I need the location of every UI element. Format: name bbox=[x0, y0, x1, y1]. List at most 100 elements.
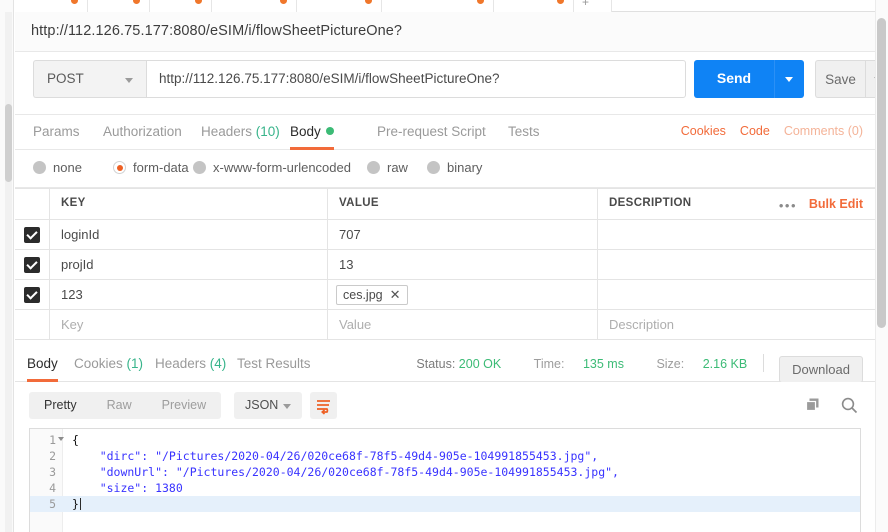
link-comments[interactable]: Comments (0) bbox=[784, 124, 863, 138]
row-checkbox-cell[interactable] bbox=[15, 250, 50, 279]
request-tab-5[interactable] bbox=[297, 0, 382, 12]
tab-headers[interactable]: Headers (10) bbox=[201, 115, 280, 150]
request-tab-6[interactable] bbox=[382, 0, 494, 12]
download-button[interactable]: Download bbox=[779, 356, 863, 383]
request-tab-3[interactable] bbox=[150, 0, 212, 12]
content-type-select[interactable]: JSON bbox=[234, 392, 302, 419]
tab-tests[interactable]: Tests bbox=[508, 115, 540, 150]
response-tab-body[interactable]: Body bbox=[27, 346, 58, 382]
row-checkbox[interactable] bbox=[24, 227, 40, 243]
format-tab-preview[interactable]: Preview bbox=[147, 392, 221, 419]
radio-label: form-data bbox=[133, 160, 189, 175]
table-row[interactable]: 123 ces.jpg ✕ bbox=[15, 280, 875, 310]
bulk-edit-button[interactable]: Bulk Edit bbox=[809, 197, 863, 211]
code-line: 1{ bbox=[30, 432, 860, 448]
tab-authorization[interactable]: Authorization bbox=[103, 115, 182, 150]
value-cell[interactable]: 13 bbox=[328, 250, 598, 279]
fold-arrow-icon[interactable] bbox=[58, 437, 64, 441]
unsaved-dot-icon bbox=[365, 0, 372, 4]
key-cell[interactable]: loginId bbox=[50, 220, 328, 249]
response-tab-headers[interactable]: Headers (4) bbox=[155, 346, 226, 382]
chevron-down-icon bbox=[283, 404, 291, 409]
tab-pre-request-script[interactable]: Pre-request Script bbox=[377, 115, 486, 150]
file-chip[interactable]: ces.jpg ✕ bbox=[336, 285, 408, 305]
tab-body[interactable]: Body bbox=[290, 115, 334, 150]
url-value: http://112.126.75.177:8080/eSIM/i/flowSh… bbox=[159, 71, 500, 86]
link-cookies[interactable]: Cookies bbox=[681, 124, 726, 138]
page-scrollbar[interactable] bbox=[875, 0, 888, 532]
key-header-label: KEY bbox=[61, 197, 86, 209]
link-code[interactable]: Code bbox=[740, 124, 770, 138]
value-cell[interactable]: Value bbox=[328, 310, 598, 339]
description-cell[interactable]: Description bbox=[598, 310, 875, 339]
form-data-table: KEY VALUE DESCRIPTION ••• Bulk Edit logi… bbox=[15, 188, 875, 340]
row-checkbox[interactable] bbox=[24, 257, 40, 273]
description-cell[interactable] bbox=[598, 250, 875, 279]
file-name: ces.jpg bbox=[343, 288, 383, 302]
save-button[interactable]: Save bbox=[815, 60, 865, 98]
content-type-label: JSON bbox=[245, 398, 279, 412]
method-select[interactable]: POST bbox=[33, 60, 146, 98]
table-row[interactable]: projId 13 bbox=[15, 250, 875, 280]
key-cell[interactable]: projId bbox=[50, 250, 328, 279]
table-body: loginId 707 projId 13 123 ces.jpg ✕ Key Value Des… bbox=[15, 220, 875, 340]
row-checkbox-cell[interactable] bbox=[15, 280, 50, 309]
unsaved-dot-icon bbox=[477, 0, 484, 4]
radio-none[interactable]: none bbox=[33, 160, 82, 175]
response-tab-count: (4) bbox=[206, 356, 227, 371]
key-header-cell: KEY bbox=[50, 189, 328, 219]
response-body-editor[interactable]: 1{2 "dirc": "/Pictures/2020-04/26/020ce6… bbox=[29, 428, 861, 532]
unsaved-dot-icon bbox=[133, 0, 140, 4]
row-checkbox-cell[interactable] bbox=[15, 220, 50, 249]
value-cell[interactable]: 707 bbox=[328, 220, 598, 249]
size-label: Size: bbox=[656, 357, 685, 371]
code-text: { bbox=[72, 433, 79, 447]
key-cell[interactable]: 123 bbox=[50, 280, 328, 309]
request-bar: POST http://112.126.75.177:8080/eSIM/i/f… bbox=[15, 53, 888, 115]
send-button[interactable]: Send bbox=[694, 60, 774, 98]
format-tab-raw[interactable]: Raw bbox=[92, 392, 147, 419]
description-header-cell: DESCRIPTION ••• Bulk Edit bbox=[598, 189, 875, 219]
description-cell[interactable] bbox=[598, 280, 875, 309]
format-tab-pretty[interactable]: Pretty bbox=[29, 392, 92, 419]
send-options-button[interactable] bbox=[774, 60, 804, 98]
request-tab-7[interactable] bbox=[494, 0, 574, 12]
radio-raw[interactable]: raw bbox=[367, 160, 408, 175]
page-scrollbar-thumb[interactable] bbox=[877, 18, 886, 328]
select-all-cell bbox=[15, 189, 50, 219]
wrap-lines-button[interactable] bbox=[310, 392, 337, 419]
radio-binary[interactable]: binary bbox=[427, 160, 482, 175]
response-tab-cookies[interactable]: Cookies (1) bbox=[74, 346, 143, 382]
request-tab-8[interactable]: + bbox=[574, 0, 612, 12]
tab-label: Params bbox=[33, 124, 80, 139]
response-tab-test-results[interactable]: Test Results bbox=[237, 346, 311, 382]
code-text: } bbox=[72, 497, 79, 511]
search-button[interactable] bbox=[840, 396, 859, 420]
main-content: + http://112.126.75.177:8080/eSIM/i/flow… bbox=[15, 0, 888, 532]
tab-params[interactable]: Params bbox=[33, 115, 80, 150]
key-cell[interactable]: Key bbox=[50, 310, 328, 339]
radio-form-data[interactable]: form-data bbox=[113, 160, 189, 175]
more-options-icon[interactable]: ••• bbox=[779, 198, 797, 213]
url-input[interactable]: http://112.126.75.177:8080/eSIM/i/flowSh… bbox=[146, 60, 686, 98]
send-label: Send bbox=[716, 70, 752, 86]
table-row-placeholder[interactable]: Key Value Description bbox=[15, 310, 875, 340]
request-tab-2[interactable] bbox=[88, 0, 150, 12]
table-row[interactable]: loginId 707 bbox=[15, 220, 875, 250]
request-tabs: Tests Pre-request Script Body Headers (10) A… bbox=[15, 115, 875, 150]
code-line: 3 "downUrl": "/Pictures/2020-04/26/020ce… bbox=[30, 464, 860, 480]
sidebar-scrollbar-track[interactable] bbox=[5, 12, 12, 532]
close-icon[interactable]: ✕ bbox=[390, 287, 401, 302]
value-cell[interactable]: ces.jpg ✕ bbox=[328, 280, 598, 309]
request-tab-4[interactable] bbox=[212, 0, 297, 12]
response-tabs: Test Results Headers (4) Cookies (1) Body S… bbox=[15, 346, 875, 383]
radio-x-www-form-urlencoded[interactable]: x-www-form-urlencoded bbox=[193, 160, 351, 175]
radio-icon bbox=[193, 161, 206, 174]
description-header-label: DESCRIPTION bbox=[609, 197, 692, 209]
row-checkbox[interactable] bbox=[24, 287, 40, 303]
description-cell[interactable] bbox=[598, 220, 875, 249]
sidebar-scrollbar-thumb[interactable] bbox=[5, 104, 12, 182]
copy-button[interactable] bbox=[805, 397, 822, 419]
row-checkbox-cell[interactable] bbox=[15, 310, 50, 339]
request-tab-1[interactable] bbox=[15, 0, 88, 12]
